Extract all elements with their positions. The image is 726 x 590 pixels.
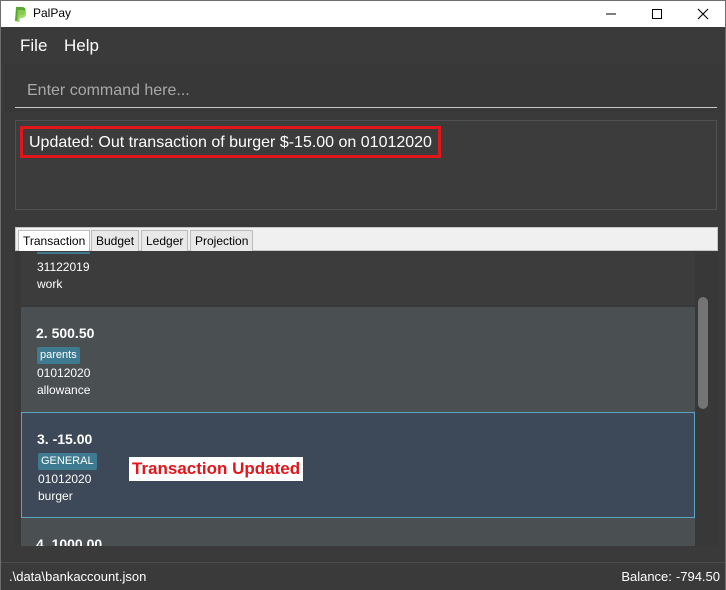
tab-budget[interactable]: Budget — [91, 230, 140, 251]
result-message: Updated: Out transaction of burger $-15.… — [20, 126, 441, 158]
title-bar[interactable]: PalPay — [1, 1, 725, 27]
tab-ledger[interactable]: Ledger — [141, 230, 189, 251]
balance-label: Balance: — [621, 569, 672, 584]
tab-bar: Transaction Budget Ledger Projection — [15, 227, 718, 251]
tag-badge-partial — [37, 252, 90, 254]
minimize-icon — [606, 13, 616, 15]
maximize-button[interactable] — [635, 1, 679, 27]
transaction-card[interactable]: 4. 1000.00 — [21, 518, 695, 546]
transaction-description: allowance — [37, 383, 91, 397]
annotation-label: Transaction Updated — [129, 457, 304, 481]
transaction-title: 2. 500.50 — [36, 325, 95, 341]
paypal-logo-icon — [15, 7, 27, 22]
transaction-description: burger — [38, 489, 73, 503]
transaction-card[interactable]: 31122019 work — [21, 252, 695, 305]
tag-badge: GENERAL — [38, 453, 97, 470]
status-bar: .\data\bankaccount.json Balance: -794.50 — [1, 562, 725, 590]
window-title: PalPay — [33, 6, 72, 20]
transaction-card[interactable]: 2. 500.50 parents 01012020 allowance — [21, 307, 695, 412]
menu-help[interactable]: Help — [64, 36, 99, 56]
tab-transaction[interactable]: Transaction — [18, 230, 91, 251]
transaction-card-selected[interactable]: 3. -15.00 GENERAL 01012020 burger — [21, 412, 695, 518]
tab-projection[interactable]: Projection — [190, 230, 254, 251]
transaction-title: 3. -15.00 — [37, 431, 93, 447]
close-button[interactable] — [681, 1, 725, 27]
result-display: Updated: Out transaction of burger $-15.… — [15, 120, 717, 210]
command-input[interactable] — [15, 74, 717, 108]
close-icon — [697, 8, 709, 20]
transaction-description: work — [37, 277, 63, 291]
menu-bar: File Help — [1, 27, 725, 63]
tag-badge: parents — [37, 347, 80, 364]
transaction-title: 4. 1000.00 — [36, 536, 103, 546]
transaction-date: 01012020 — [38, 472, 92, 486]
transaction-date: 01012020 — [37, 366, 91, 380]
scrollbar-thumb[interactable] — [698, 297, 708, 409]
maximize-icon — [652, 9, 662, 19]
menu-file[interactable]: File — [20, 36, 47, 56]
command-box — [5, 64, 723, 113]
balance-display: Balance: -794.50 — [621, 569, 720, 584]
data-file-path: .\data\bankaccount.json — [9, 569, 147, 584]
app-window: PalPay File Help Updated: Out transactio… — [0, 0, 726, 590]
transaction-date: 31122019 — [37, 260, 90, 274]
balance-value: -794.50 — [675, 569, 720, 584]
minimize-button[interactable] — [589, 1, 633, 27]
transaction-list[interactable]: 31122019 work 2. 500.50 parents 01012020… — [15, 252, 718, 546]
